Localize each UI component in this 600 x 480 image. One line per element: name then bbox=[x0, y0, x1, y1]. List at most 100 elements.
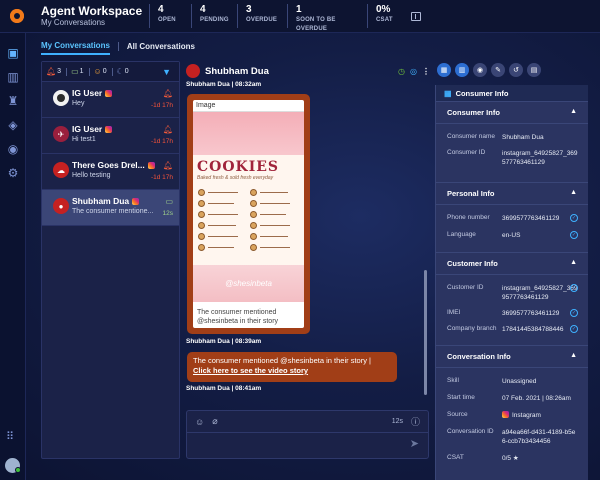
cookie-illustrations bbox=[198, 189, 298, 259]
conversation-title: Shubham Dua bbox=[205, 65, 269, 77]
conversation-info-section: Conversation Info ▲ Skill Unassigned Start… bbox=[436, 346, 588, 463]
video-story-link[interactable]: Click here to see the video story bbox=[193, 366, 308, 375]
trash-icon[interactable]: ▤ bbox=[527, 63, 541, 77]
tab-all-conversations[interactable]: All Conversations bbox=[127, 42, 195, 54]
instagram-icon bbox=[502, 411, 509, 418]
avatar: ☁ bbox=[53, 162, 69, 178]
conversation-tabs: My Conversations All Conversations bbox=[41, 41, 195, 55]
verified-icon: ✓ bbox=[570, 231, 578, 239]
message-text: The consumer mentioned @shesinbeta in th… bbox=[193, 356, 371, 365]
image-label: Image bbox=[193, 100, 304, 112]
chevron-up-icon[interactable]: ▲ bbox=[570, 189, 577, 196]
send-icon[interactable]: ➤ bbox=[410, 437, 419, 450]
consumer-info-section: Consumer Info ▲ Consumer name Shubham Dua … bbox=[436, 102, 588, 183]
image-handle: @shesinbeta bbox=[193, 265, 304, 302]
kpi-overdue: 3 OVERDUE bbox=[237, 4, 287, 28]
list-item[interactable]: ☁ There Goes Drel... Hello testing 🔔︎ -1d… bbox=[42, 154, 179, 190]
character-counter: 12s bbox=[391, 418, 403, 425]
filter-funnel-icon[interactable]: ▼ bbox=[162, 67, 171, 77]
edit-icon[interactable]: ✎ bbox=[491, 63, 505, 77]
collapse-panel-icon[interactable] bbox=[411, 11, 421, 21]
id-card-icon: ▦ bbox=[444, 88, 452, 98]
message-composer[interactable]: ☺ ⌀ 12s ⓘ ➤ bbox=[186, 410, 429, 459]
conversation-list: 🔔︎ 3 ▭ 1 ☺ 0 ☾ 0 ▼ IG User Hey 🔔︎ -1d 17h ✈ I… bbox=[41, 61, 180, 459]
chat-icon: ▭ bbox=[165, 197, 173, 206]
filter-bar: 🔔︎ 3 ▭ 1 ☺ 0 ☾ 0 ▼ bbox=[42, 62, 179, 82]
bell-icon: 🔔︎ bbox=[162, 161, 173, 170]
star-icon: ★ bbox=[512, 455, 519, 462]
conversation-header: Shubham Dua ◷ ◎ ⋮ bbox=[186, 61, 430, 81]
profile-icon[interactable]: ◉ bbox=[0, 137, 26, 161]
section-header[interactable]: Customer Info ▲ bbox=[436, 253, 588, 275]
clock-icon[interactable]: ◷ bbox=[398, 67, 405, 76]
story-mention-message: The consumer mentioned @shesinbeta in th… bbox=[187, 352, 397, 382]
kpi-open: 4 OPEN bbox=[149, 4, 191, 28]
verified-icon: ✓ bbox=[570, 309, 578, 317]
chevron-up-icon[interactable]: ▲ bbox=[570, 259, 577, 266]
section-header[interactable]: Personal Info ▲ bbox=[436, 183, 588, 205]
app-logo-icon[interactable] bbox=[4, 4, 29, 29]
filter-alerts[interactable]: 🔔︎ 3 bbox=[46, 67, 61, 76]
avatar: ● bbox=[53, 198, 69, 214]
avatar bbox=[186, 64, 200, 78]
history-icon[interactable]: ↺ bbox=[509, 63, 523, 77]
app-title-block: Agent Workspace My Conversations bbox=[41, 3, 149, 28]
agent-icon[interactable]: ♜ bbox=[0, 89, 26, 113]
avatar: ✈ bbox=[53, 126, 69, 142]
consumer-info-panel: ▦ Consumer Info Consumer Info ▲ Consumer n… bbox=[435, 85, 588, 480]
chevron-up-icon[interactable]: ▲ bbox=[570, 108, 577, 115]
filter-timers[interactable]: ☾ 0 bbox=[117, 67, 129, 76]
filter-messages[interactable]: ▭ 1 bbox=[71, 67, 83, 76]
online-status-icon bbox=[15, 467, 21, 473]
message-sender: Shubham Dua | 08:39am bbox=[186, 338, 262, 345]
instagram-icon bbox=[132, 197, 140, 205]
list-item[interactable]: IG User Hey 🔔︎ -1d 17h bbox=[42, 82, 179, 118]
cookie-menu-image: COOKIES Baked fresh & sold fresh everyda… bbox=[193, 155, 304, 265]
image-title: COOKIES bbox=[197, 159, 280, 175]
list-item[interactable]: ● Shubham Dua The consumer mentione... ▭… bbox=[42, 190, 179, 226]
list-item[interactable]: ✈ IG User Hi test1 🔔︎ -1d 17h bbox=[42, 118, 179, 154]
left-nav: ▣ ▥ ♜ ◈ ◉ ⚙ bbox=[0, 33, 26, 480]
verified-icon: ✓ bbox=[570, 284, 578, 292]
customer-info-section: Customer Info ▲ Customer ID instagram_6492… bbox=[436, 253, 588, 346]
instagram-icon bbox=[105, 125, 113, 133]
bell-icon: 🔔︎ bbox=[162, 125, 173, 134]
apps-grid-icon[interactable]: ⠿ bbox=[6, 432, 18, 444]
more-options-icon[interactable]: ⋮ bbox=[422, 67, 430, 76]
panel-header: ▦ Consumer Info bbox=[436, 85, 588, 102]
filter-users[interactable]: ☺ 0 bbox=[94, 67, 107, 76]
image-caption: The consumer mentioned @shesinbeta in th… bbox=[197, 309, 279, 325]
analytics-icon[interactable]: ▥ bbox=[0, 65, 26, 89]
verified-icon: ✓ bbox=[570, 214, 578, 222]
image-message[interactable]: Image COOKIES Baked fresh & sold fresh e… bbox=[187, 94, 310, 334]
app-subtitle: My Conversations bbox=[41, 17, 106, 27]
bell-icon: 🔔︎ bbox=[162, 89, 173, 98]
kpi-pending: 4 PENDING bbox=[191, 4, 237, 28]
personal-info-section: Personal Info ▲ Phone number 3699577763461… bbox=[436, 183, 588, 253]
tab-my-conversations[interactable]: My Conversations bbox=[41, 41, 110, 55]
panel-toolbar: ▦ ▥ ◉ ✎ ↺ ▤ bbox=[437, 63, 541, 77]
section-header[interactable]: Conversation Info ▲ bbox=[436, 346, 588, 368]
app-title: Agent Workspace bbox=[41, 3, 143, 18]
message-sender: Shubham Dua | 08:32am bbox=[186, 81, 262, 88]
chevron-up-icon[interactable]: ▲ bbox=[570, 352, 577, 359]
attachment-icon[interactable]: ⌀ bbox=[212, 416, 217, 427]
message-sender: Shubham Dua | 08:41am bbox=[186, 385, 262, 392]
section-header[interactable]: Consumer Info ▲ bbox=[436, 102, 588, 124]
user-icon: ☺ bbox=[93, 67, 102, 76]
image-tagline: Baked fresh & sold fresh everyday bbox=[197, 175, 274, 181]
consumer-info-icon[interactable]: ▦ bbox=[437, 63, 451, 77]
tag-icon[interactable]: ◈ bbox=[0, 113, 26, 137]
settings-icon[interactable]: ⚙ bbox=[0, 161, 26, 185]
emoji-icon[interactable]: ☺ bbox=[195, 417, 204, 427]
check-icon[interactable]: ◎ bbox=[410, 67, 417, 76]
table-view-icon[interactable]: ▥ bbox=[455, 63, 469, 77]
chat-icon: ▭ bbox=[71, 67, 79, 76]
top-bar: Agent Workspace My Conversations 4 OPEN … bbox=[0, 0, 600, 33]
message-scrollbar[interactable] bbox=[424, 270, 427, 395]
info-icon[interactable]: ⓘ bbox=[411, 415, 420, 428]
compass-icon[interactable]: ◉ bbox=[473, 63, 487, 77]
message-area: Shubham Dua | 08:32am Image COOKIES Bake… bbox=[186, 81, 430, 403]
instagram-icon bbox=[105, 89, 113, 97]
conversations-icon[interactable]: ▣ bbox=[0, 41, 26, 65]
